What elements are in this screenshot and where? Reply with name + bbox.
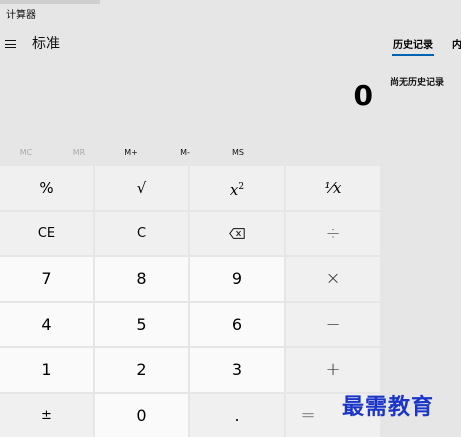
digit-8-button[interactable]: 8 [95,257,188,301]
memory-clear-button[interactable]: MC [1,140,51,166]
square-exponent: 2 [238,181,245,192]
memory-subtract-button[interactable]: M- [160,140,210,166]
backspace-icon [229,228,245,239]
square-button[interactable]: x2 [190,166,284,210]
title-bar: 计算器 [0,0,461,32]
minus-label: − [325,313,341,335]
multiply-button[interactable]: × [286,257,380,301]
percent-label: % [39,179,54,197]
digit-6-button[interactable]: 6 [190,303,284,346]
digit-5-label: 5 [136,314,147,334]
divide-button[interactable]: ÷ [286,212,380,255]
digit-8-label: 8 [136,269,147,288]
plus-button[interactable]: + [286,348,380,392]
decimal-label: . [234,405,240,425]
digit-2-button[interactable]: 2 [95,348,188,392]
tab-memory[interactable]: 内 [452,40,461,52]
digit-9-label: 9 [231,269,243,288]
negate-button[interactable]: ± [0,394,93,437]
digit-4-label: 4 [41,314,52,334]
digit-0-label: 0 [136,405,147,425]
negate-label: ± [41,407,52,423]
title-bar-strip [0,0,100,4]
equals-label: = [300,404,316,426]
hamburger-menu-icon[interactable] [4,37,18,51]
digit-2-label: 2 [136,360,147,379]
history-empty-message: 尚无历史记录 [390,78,445,88]
square-root-button[interactable]: √ [95,166,188,210]
history-tab-underline [392,54,434,56]
digit-7-button[interactable]: 7 [0,257,93,301]
backspace-button[interactable] [190,212,284,255]
memory-add-button[interactable]: M+ [106,140,156,166]
multiply-label: × [325,268,341,289]
memory-store-button[interactable]: MS [213,140,263,166]
digit-3-button[interactable]: 3 [190,348,284,392]
square-root-label: √ [136,179,147,197]
minus-button[interactable]: − [286,303,380,346]
clear-label: C [136,225,147,241]
digit-9-button[interactable]: 9 [190,257,284,301]
clear-button[interactable]: C [95,212,188,255]
mode-title: 标准 [32,36,60,52]
memory-recall-button[interactable]: MR [54,140,104,166]
digit-5-button[interactable]: 5 [95,303,188,346]
digit-0-button[interactable]: 0 [95,394,188,437]
digit-6-label: 6 [231,314,243,334]
clear-entry-label: CE [37,225,56,241]
memory-row: MC MR M+ M- MS [0,140,380,166]
plus-label: + [325,359,341,380]
reciprocal-label: ¹⁄x [324,179,342,197]
watermark-text: 最需教育 [342,394,435,420]
app-title: 计算器 [6,10,36,21]
decimal-button[interactable]: . [190,394,284,437]
clear-entry-button[interactable]: CE [0,212,93,255]
digit-1-button[interactable]: 1 [0,348,93,392]
digit-4-button[interactable]: 4 [0,303,93,346]
tab-history[interactable]: 历史记录 [393,40,433,52]
keypad: % √ x2 ¹⁄x CE C ÷ 7 8 9 × 4 5 6 − 1 2 3 … [0,166,380,437]
display-value: 0 [353,79,373,112]
reciprocal-button[interactable]: ¹⁄x [286,166,380,210]
percent-button[interactable]: % [0,166,93,210]
digit-1-label: 1 [41,360,52,379]
square-label: x2 [230,178,244,199]
divide-label: ÷ [325,222,341,244]
digit-3-label: 3 [231,360,243,379]
digit-7-label: 7 [41,269,52,288]
